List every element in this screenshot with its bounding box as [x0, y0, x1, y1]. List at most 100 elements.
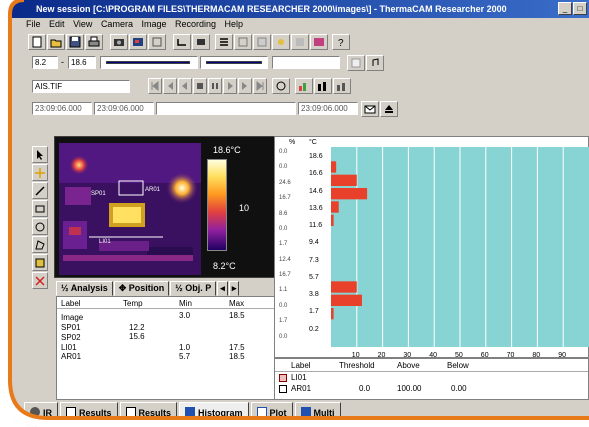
scale-min-label: 8.2°C [213, 261, 236, 271]
tool-a-button[interactable] [253, 34, 271, 50]
camera-connect-button[interactable] [110, 34, 128, 50]
bar-chart-icon[interactable] [314, 78, 332, 94]
time-slider[interactable] [156, 102, 296, 115]
box-tool-icon[interactable] [32, 200, 48, 217]
analysis-chart-icon[interactable] [333, 78, 351, 94]
pct-label: 12.4 [279, 256, 291, 263]
help-icon[interactable]: ? [332, 34, 350, 50]
autoadjust-button[interactable] [173, 34, 191, 50]
extra-slider[interactable] [272, 56, 340, 69]
menu-image[interactable]: Image [141, 19, 166, 29]
temp-label: 13.6 [309, 204, 323, 212]
tab-plot[interactable]: Plot [250, 402, 293, 422]
first-frame-button[interactable] [148, 78, 162, 94]
row-temp: 12.2 [129, 323, 145, 332]
camera-icon [30, 407, 40, 417]
end-time-field[interactable]: 23:09:06.000 [298, 102, 358, 115]
tab-histogram[interactable]: Histogram [179, 402, 249, 422]
pointer-tool-icon[interactable] [32, 146, 48, 163]
delete-tool-icon[interactable] [32, 272, 48, 289]
tab-scroll-right[interactable]: ▸ [228, 281, 240, 296]
tool-c-button[interactable] [291, 34, 309, 50]
pct-label: 0.0 [279, 164, 288, 171]
start-time-field[interactable]: 23:09:06.000 [32, 102, 92, 115]
open-button[interactable] [47, 34, 65, 50]
temp-label: 16.6 [309, 170, 323, 178]
pct-label: 0.0 [279, 149, 288, 155]
play-button[interactable] [223, 78, 237, 94]
tab-scroll-left[interactable]: ◂ [217, 281, 228, 296]
histogram-bar [331, 188, 368, 200]
menu-camera[interactable]: Camera [101, 19, 133, 29]
ir-image[interactable]: SP01 AR01 LI01 [59, 143, 201, 275]
current-time-field[interactable]: 23:09:06.000 [94, 102, 154, 115]
menu-view[interactable]: View [73, 19, 92, 29]
title-bar: New session [C:\PROGRAM FILES\THERMACAM … [10, 0, 589, 18]
menu-help[interactable]: Help [225, 19, 244, 29]
file-name-field[interactable]: AIS.TIF [32, 80, 130, 93]
new-button[interactable] [28, 34, 46, 50]
table-icon [125, 407, 136, 417]
tab-obj-par[interactable]: ½ Obj. P [170, 281, 217, 296]
ar-label: AR01 [145, 187, 161, 193]
isotherm-tool-icon[interactable] [32, 254, 48, 271]
spot-tool-icon[interactable] [32, 164, 48, 181]
analysis-tabs: ½ Analysis ✥ Position ½ Obj. P ◂ ▸ [56, 281, 240, 297]
mail-button[interactable] [361, 101, 379, 117]
tab-ir[interactable]: IR [24, 402, 58, 422]
line-tool-icon[interactable] [32, 182, 48, 199]
histogram-bar [331, 201, 339, 213]
sp-label: SP01 [91, 191, 106, 197]
histogram-axis-labels: % °C 0.0 0.0 24.6 16.7 8.6 0.0 1.7 12.4 16.7 1.1 0… [275, 137, 331, 357]
temp-label: 3.8 [309, 291, 319, 299]
grid-button[interactable] [234, 34, 252, 50]
menu-edit[interactable]: Edit [49, 19, 65, 29]
tab-multi[interactable]: Multi [294, 402, 341, 422]
adjust-button[interactable] [347, 55, 365, 71]
minimize-button[interactable]: _ [558, 2, 572, 15]
histogram-panel: % °C 0.0 0.0 24.6 16.7 8.6 0.0 1.7 12.4 16.7 1.1 0… [274, 136, 589, 359]
menu-recording[interactable]: Recording [175, 19, 216, 29]
obj-par-tab-icon: ½ [175, 283, 186, 293]
temp-col-header: °C [309, 139, 317, 146]
circle-area-tool-icon[interactable] [32, 218, 48, 235]
temp-label: 9.4 [309, 239, 319, 247]
circle-tool-icon[interactable] [272, 78, 290, 94]
print-button[interactable] [85, 34, 103, 50]
save-button[interactable] [66, 34, 84, 50]
tab-analysis[interactable]: ½ Analysis [56, 281, 113, 296]
bottom-view-tabs: IR Results Results Histogram Plot Multi [24, 402, 343, 424]
play-back-button[interactable] [178, 78, 192, 94]
next-frame-button[interactable] [238, 78, 252, 94]
palette-button[interactable] [310, 34, 328, 50]
col-label-header: Label [61, 299, 81, 308]
snapshot-button[interactable] [148, 34, 166, 50]
range-high-input[interactable]: 18.6 [68, 56, 96, 69]
screenshot-frame: New session [C:\PROGRAM FILES\THERMACAM … [0, 0, 589, 427]
range-low-input[interactable]: 8.2 [32, 56, 58, 69]
eject-button[interactable] [380, 101, 398, 117]
position-tab-icon: ✥ [118, 283, 129, 293]
pct-label: 0.0 [279, 333, 288, 340]
tab-position[interactable]: ✥ Position [113, 281, 170, 296]
tab-results-2[interactable]: Results [119, 402, 178, 422]
histogram-bar [331, 214, 334, 226]
list-button[interactable] [215, 34, 233, 50]
record-button[interactable] [192, 34, 210, 50]
polygon-tool-icon[interactable] [32, 236, 48, 253]
menu-file[interactable]: File [26, 19, 41, 29]
prev-frame-button[interactable] [163, 78, 177, 94]
col-min-header: Min [179, 299, 192, 308]
last-frame-button[interactable] [253, 78, 267, 94]
temp-label: 14.6 [309, 187, 323, 195]
pct-label: 1.7 [279, 318, 288, 325]
tool-b-button[interactable] [272, 34, 290, 50]
tab-results[interactable]: Results [60, 402, 118, 422]
color-chart-icon[interactable] [295, 78, 313, 94]
image-button[interactable] [129, 34, 147, 50]
music-note-icon[interactable] [366, 55, 384, 71]
histogram-chart[interactable] [331, 147, 589, 347]
stop-button[interactable] [193, 78, 207, 94]
maximize-button[interactable]: □ [573, 2, 587, 15]
pause-button[interactable] [208, 78, 222, 94]
